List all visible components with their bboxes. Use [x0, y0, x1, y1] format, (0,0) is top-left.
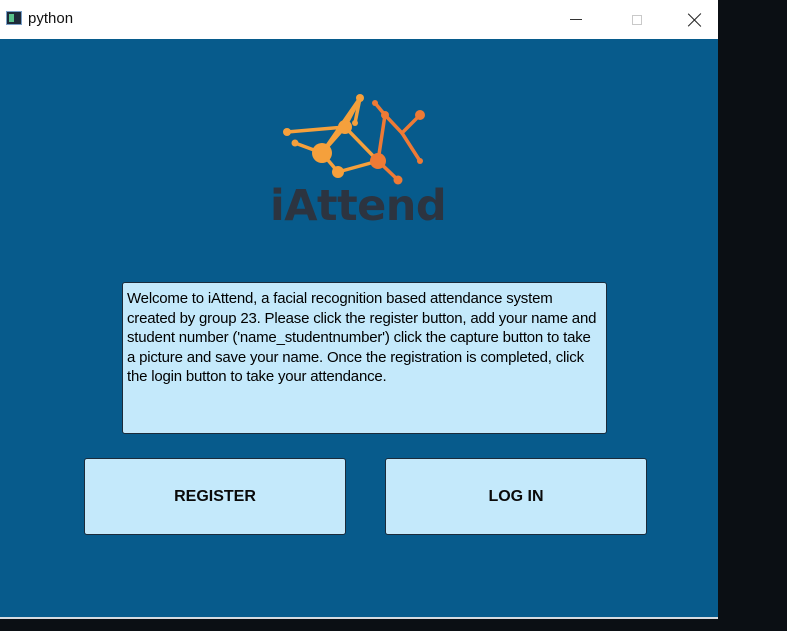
window-bottom-border — [0, 617, 718, 619]
maximize-button[interactable] — [614, 0, 660, 39]
close-button[interactable] — [672, 0, 718, 39]
login-button[interactable]: LOG IN — [385, 458, 647, 535]
logo-wordmark: iAttend — [270, 181, 447, 231]
minimize-icon — [570, 19, 582, 20]
title-bar[interactable]: python — [0, 0, 718, 39]
python-app-icon — [6, 11, 22, 25]
window-title: python — [28, 10, 74, 27]
close-icon — [688, 13, 702, 27]
maximize-icon — [632, 14, 642, 25]
register-button[interactable]: REGISTER — [84, 458, 346, 535]
minimize-button[interactable] — [553, 0, 599, 39]
welcome-message: Welcome to iAttend, a facial recognition… — [122, 282, 607, 434]
app-window: python iAttend Welcome to iAttend, a fac… — [0, 0, 718, 617]
